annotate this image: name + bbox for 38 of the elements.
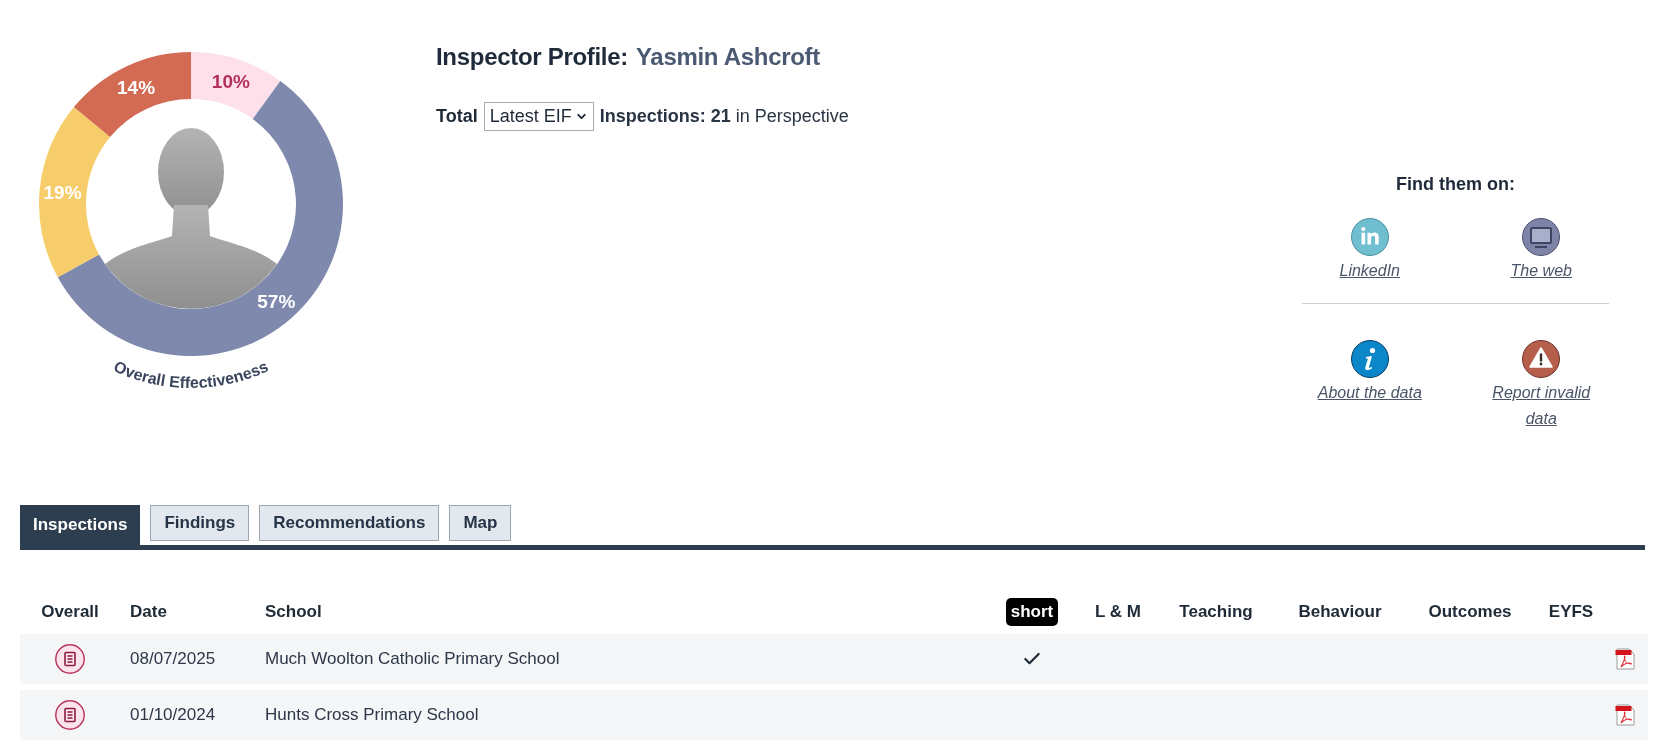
column-header: Teaching bbox=[1179, 601, 1253, 624]
report-data-link[interactable]: Report invalid data bbox=[1481, 380, 1602, 432]
page-heading: Inspector Profile: bbox=[436, 42, 628, 72]
column-header: short bbox=[1005, 598, 1059, 626]
info-icon[interactable] bbox=[1350, 340, 1389, 378]
column-header: Behaviour bbox=[1298, 601, 1382, 624]
tab[interactable]: Inspections bbox=[20, 505, 141, 545]
inspector-name: Yasmin Ashcroft bbox=[635, 42, 820, 72]
slice-percentage-label: 14% bbox=[117, 77, 156, 99]
date-cell-text: 08/07/2025 bbox=[130, 648, 216, 671]
column-header: Overall bbox=[41, 601, 99, 624]
column-header: Date bbox=[130, 601, 167, 624]
slice-percentage-label: 19% bbox=[43, 181, 82, 203]
warning-icon[interactable] bbox=[1522, 340, 1561, 378]
about-data-link[interactable]: About the data bbox=[1317, 380, 1422, 406]
tab[interactable]: Recommendations bbox=[259, 505, 440, 541]
linkedin-icon[interactable] bbox=[1350, 218, 1389, 256]
tab[interactable]: Map bbox=[449, 505, 512, 541]
chart-title: Overall Effectiveness bbox=[111, 357, 271, 392]
find-them-title: Find them on: bbox=[1395, 173, 1516, 196]
scheme-select[interactable]: Latest EIF bbox=[483, 101, 594, 131]
linkedin-link[interactable]: LinkedIn bbox=[1339, 258, 1400, 284]
column-header: L & M bbox=[1095, 601, 1141, 624]
inspections-summary: Inspections: 21 in Perspective bbox=[599, 104, 849, 128]
total-label: Total bbox=[436, 104, 478, 128]
column-header: Outcomes bbox=[1428, 601, 1512, 624]
website-link[interactable]: The web bbox=[1510, 258, 1572, 284]
monitor-icon[interactable] bbox=[1522, 218, 1561, 256]
school-name-cell-text: Hunts Cross Primary School bbox=[265, 704, 479, 727]
slice-percentage-label: 57% bbox=[257, 290, 296, 312]
slice-percentage-label: 10% bbox=[211, 71, 250, 93]
pdf-file-icon[interactable] bbox=[1615, 704, 1635, 726]
column-header: EYFS bbox=[1548, 601, 1594, 624]
date-cell-text: 01/10/2024 bbox=[130, 704, 216, 727]
school-name-cell-text: Much Woolton Catholic Primary School bbox=[265, 648, 560, 671]
pdf-file-icon[interactable] bbox=[1615, 648, 1635, 670]
tab[interactable]: Findings bbox=[150, 505, 250, 541]
column-header: School bbox=[265, 601, 322, 624]
